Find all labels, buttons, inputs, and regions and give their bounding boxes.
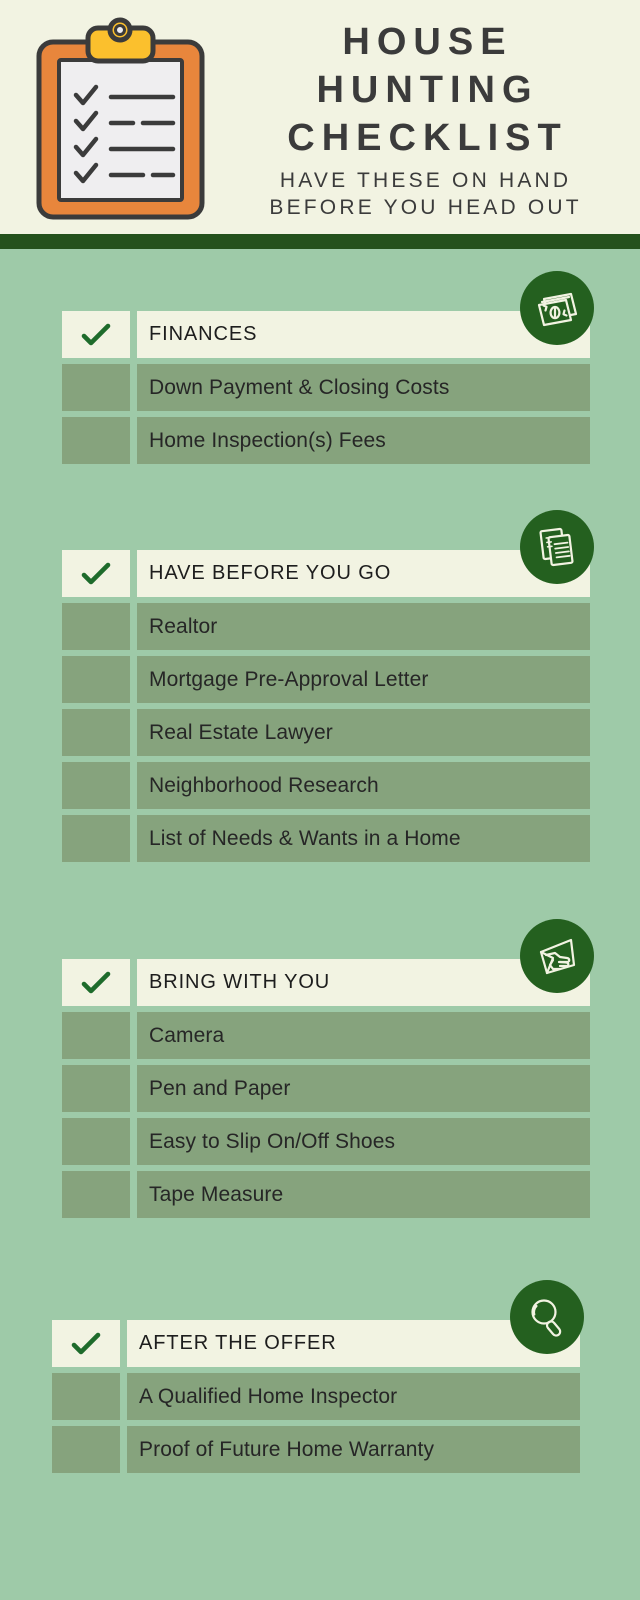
header-divider-bar bbox=[0, 234, 640, 249]
checkmark-icon bbox=[71, 1332, 101, 1354]
checklist-item-cell: List of Needs & Wants in a Home bbox=[137, 815, 590, 862]
checklist-item-label: Tape Measure bbox=[149, 1182, 284, 1206]
checklist-item-cell: Real Estate Lawyer bbox=[137, 709, 590, 756]
documents-icon bbox=[520, 510, 594, 584]
checkbox-cell[interactable] bbox=[62, 311, 130, 358]
section-heading-row[interactable]: FINANCES bbox=[62, 311, 590, 358]
checkmark-icon bbox=[81, 323, 111, 345]
checklist-item-label: Proof of Future Home Warranty bbox=[139, 1437, 435, 1461]
checkbox-cell[interactable] bbox=[52, 1426, 120, 1473]
section-heading-label: BRING WITH YOU bbox=[149, 971, 331, 993]
subtitle-line-1: HAVE THESE ON HAND bbox=[279, 169, 572, 192]
checklist-item-cell: Realtor bbox=[137, 603, 590, 650]
checklist-item-row[interactable]: Realtor bbox=[62, 603, 590, 650]
section-heading-row[interactable]: BRING WITH YOU bbox=[62, 959, 590, 1006]
checklist-item-row[interactable]: Proof of Future Home Warranty bbox=[52, 1426, 580, 1473]
checkbox-cell[interactable] bbox=[52, 1320, 120, 1367]
checkbox-cell[interactable] bbox=[62, 959, 130, 1006]
checklist-item-label: Pen and Paper bbox=[149, 1076, 291, 1100]
checklist-item-cell: Mortgage Pre-Approval Letter bbox=[137, 656, 590, 703]
checklist-item-row[interactable]: List of Needs & Wants in a Home bbox=[62, 815, 590, 862]
section-heading-row[interactable]: AFTER THE OFFER bbox=[52, 1320, 580, 1367]
checklist-item-label: Home Inspection(s) Fees bbox=[149, 428, 386, 452]
checklist-item-cell: Home Inspection(s) Fees bbox=[137, 417, 590, 464]
section-heading-label: HAVE BEFORE YOU GO bbox=[149, 562, 392, 584]
checklist-item-row[interactable]: Easy to Slip On/Off Shoes bbox=[62, 1118, 590, 1165]
checklist-item-row[interactable]: Camera bbox=[62, 1012, 590, 1059]
checklist-item-cell: Down Payment & Closing Costs bbox=[137, 364, 590, 411]
house-hunting-checklist-poster: HOUSE HUNTING CHECKLIST HAVE THESE ON HA… bbox=[0, 0, 640, 1600]
checklist-item-label: A Qualified Home Inspector bbox=[139, 1384, 398, 1408]
checklist-item-cell: Camera bbox=[137, 1012, 590, 1059]
magnifying-glass-icon bbox=[510, 1280, 584, 1354]
checklist-item-label: Camera bbox=[149, 1023, 225, 1047]
money-cash-icon bbox=[520, 271, 594, 345]
section-after-the-offer: AFTER THE OFFER A Qualified Home Inspect… bbox=[52, 1280, 584, 1473]
checklist-item-cell: Easy to Slip On/Off Shoes bbox=[137, 1118, 590, 1165]
checklist-item-row[interactable]: A Qualified Home Inspector bbox=[52, 1373, 580, 1420]
clipboard-checklist-icon bbox=[33, 16, 208, 224]
checklist-item-cell: A Qualified Home Inspector bbox=[127, 1373, 580, 1420]
checklist-item-row[interactable]: Mortgage Pre-Approval Letter bbox=[62, 656, 590, 703]
checklist-item-label: List of Needs & Wants in a Home bbox=[149, 826, 461, 850]
checklist-item-row[interactable]: Tape Measure bbox=[62, 1171, 590, 1218]
checkbox-cell[interactable] bbox=[62, 1012, 130, 1059]
subtitle-line-2: BEFORE YOU HEAD OUT bbox=[269, 196, 582, 219]
checklist-item-label: Real Estate Lawyer bbox=[149, 720, 333, 744]
checkbox-cell[interactable] bbox=[62, 417, 130, 464]
checklist-item-row[interactable]: Real Estate Lawyer bbox=[62, 709, 590, 756]
section-heading-row[interactable]: HAVE BEFORE YOU GO bbox=[62, 550, 590, 597]
checkbox-cell[interactable] bbox=[62, 656, 130, 703]
checklist-item-row[interactable]: Home Inspection(s) Fees bbox=[62, 417, 590, 464]
checklist-item-label: Realtor bbox=[149, 614, 218, 638]
checkbox-cell[interactable] bbox=[62, 603, 130, 650]
checkbox-cell[interactable] bbox=[62, 364, 130, 411]
checkmark-icon bbox=[81, 562, 111, 584]
checkbox-cell[interactable] bbox=[62, 815, 130, 862]
checkbox-cell[interactable] bbox=[62, 1171, 130, 1218]
checklist-item-cell: Proof of Future Home Warranty bbox=[127, 1426, 580, 1473]
checkbox-cell[interactable] bbox=[62, 550, 130, 597]
title-line-1: HOUSE bbox=[342, 21, 513, 63]
section-heading-label: FINANCES bbox=[149, 323, 258, 345]
checkbox-cell[interactable] bbox=[62, 762, 130, 809]
poster-title-block: HOUSE HUNTING CHECKLIST HAVE THESE ON HA… bbox=[215, 18, 633, 221]
hand-holding-document-icon bbox=[520, 919, 594, 993]
checklist-item-label: Mortgage Pre-Approval Letter bbox=[149, 667, 429, 691]
checklist-item-label: Down Payment & Closing Costs bbox=[149, 375, 450, 399]
title-line-3: CHECKLIST bbox=[287, 117, 568, 159]
checkbox-cell[interactable] bbox=[52, 1373, 120, 1420]
poster-header: HOUSE HUNTING CHECKLIST HAVE THESE ON HA… bbox=[0, 0, 640, 234]
checkbox-cell[interactable] bbox=[62, 709, 130, 756]
section-finances: FINANCES Down Payment & Closing Costs Ho… bbox=[62, 271, 594, 464]
checklist-item-row[interactable]: Neighborhood Research bbox=[62, 762, 590, 809]
checkbox-cell[interactable] bbox=[62, 1065, 130, 1112]
checklist-item-cell: Pen and Paper bbox=[137, 1065, 590, 1112]
title-line-2: HUNTING bbox=[316, 69, 539, 111]
checklist-item-cell: Tape Measure bbox=[137, 1171, 590, 1218]
checkmark-icon bbox=[81, 971, 111, 993]
checklist-item-row[interactable]: Down Payment & Closing Costs bbox=[62, 364, 590, 411]
checklist-item-label: Easy to Slip On/Off Shoes bbox=[149, 1129, 396, 1153]
checkbox-cell[interactable] bbox=[62, 1118, 130, 1165]
checklist-item-label: Neighborhood Research bbox=[149, 773, 379, 797]
section-heading-label: AFTER THE OFFER bbox=[139, 1332, 337, 1354]
section-have-before-you-go: HAVE BEFORE YOU GO Realtor Mortgage Pre-… bbox=[62, 510, 594, 862]
checklist-item-cell: Neighborhood Research bbox=[137, 762, 590, 809]
checklist-item-row[interactable]: Pen and Paper bbox=[62, 1065, 590, 1112]
section-bring-with-you: BRING WITH YOU Camera Pen and Paper Easy… bbox=[62, 919, 594, 1218]
